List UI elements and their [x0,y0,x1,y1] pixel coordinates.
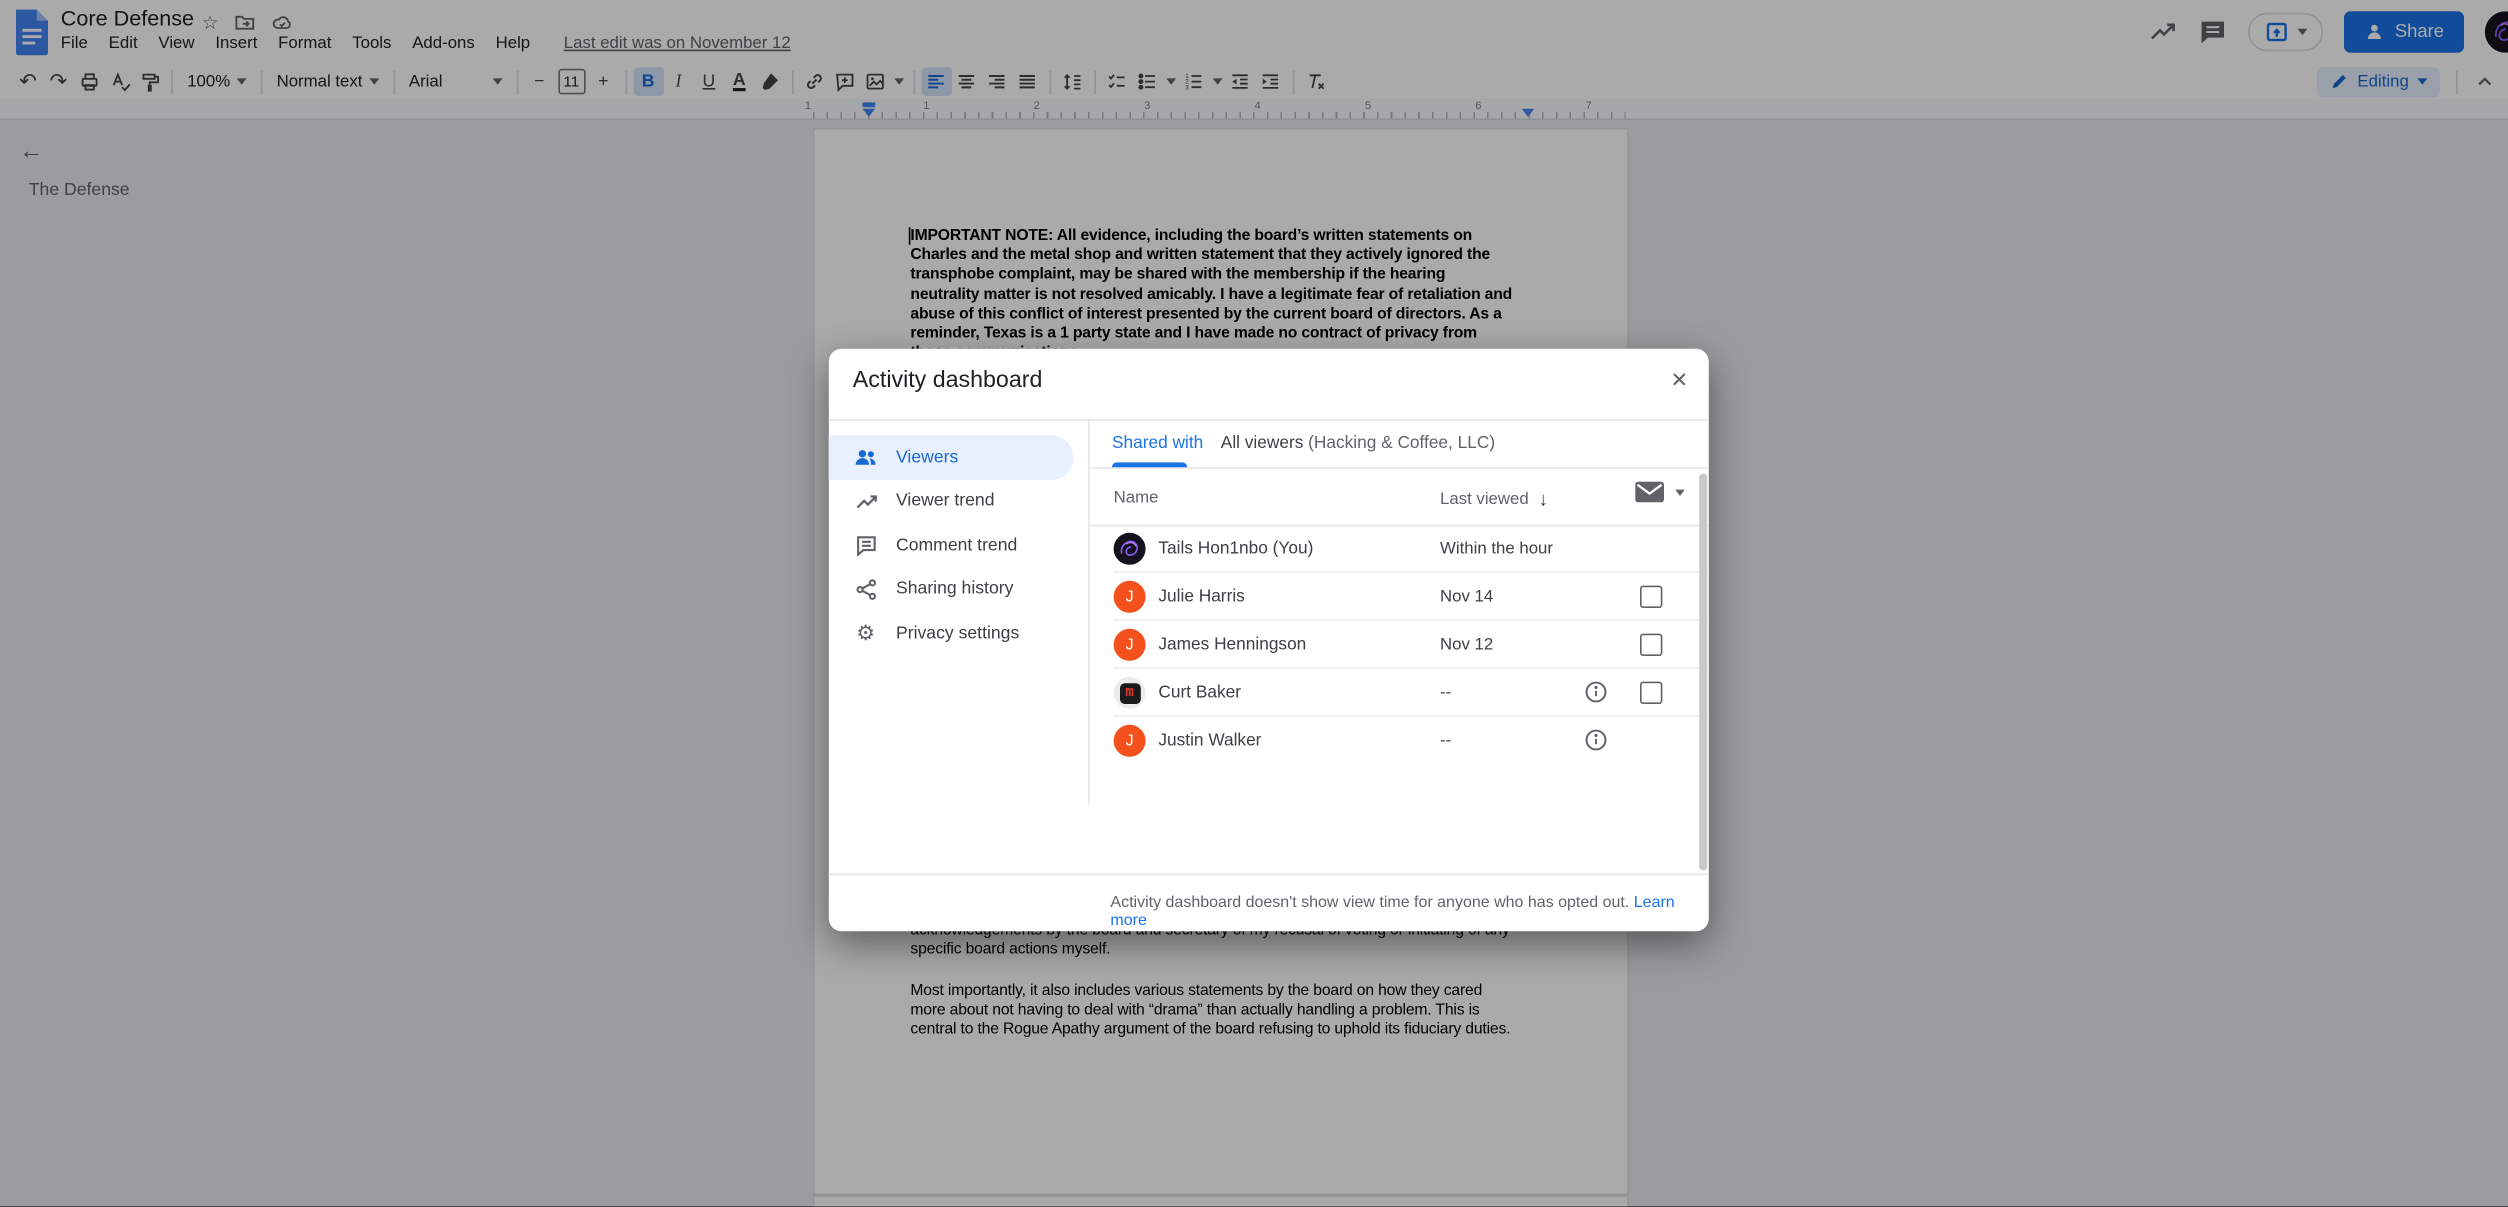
info-icon[interactable] [1584,680,1608,704]
viewer-row: Tails Hon1nbo (You) Within the hour [1088,525,1709,573]
viewers-people-icon [853,444,879,470]
info-icon[interactable] [1584,728,1608,752]
tab-all-viewers-org: (Hacking & Coffee, LLC) [1303,434,1495,453]
email-dropdown-caret [1675,489,1685,495]
viewer-row: J James Henningson Nov 12 [1088,621,1709,669]
list-scrollbar[interactable] [1699,474,1707,871]
sidebar-item-viewers[interactable]: Viewers [829,435,1074,479]
viewer-last-viewed: Nov 12 [1440,635,1493,654]
email-checkbox[interactable] [1640,634,1662,656]
sidebar-item-privacy-settings[interactable]: ⚙ Privacy settings [829,611,1074,655]
activity-dashboard-dialog: Activity dashboard ✕ Viewers [829,349,1709,931]
sidebar-item-comment-trend[interactable]: Comment trend [829,523,1074,567]
dialog-footer: Activity dashboard doesn't show view tim… [829,874,1709,932]
viewer-tabs: Shared with All viewers (Hacking & Coffe… [1088,419,1709,469]
avatar-logo: m [1119,682,1140,703]
dialog-content: Shared with All viewers (Hacking & Coffe… [1088,419,1709,875]
sort-descending-icon: ↓ [1538,488,1548,510]
dialog-title: Activity dashboard [853,368,1043,394]
viewer-last-viewed: -- [1440,683,1451,702]
viewer-name: Julie Harris [1158,587,1244,606]
trend-line-icon [853,488,879,514]
google-docs-app: Core Defense ☆ File Edit View Insert For… [0,0,2508,1207]
email-checkbox[interactable] [1640,586,1662,608]
sidebar-item-label: Comment trend [896,536,1017,555]
viewer-last-viewed: -- [1440,731,1451,750]
viewer-table-header: Name Last viewed ↓ [1088,467,1709,526]
viewer-name: Curt Baker [1158,683,1241,702]
viewer-list: Tails Hon1nbo (You) Within the hour J Ju… [1088,525,1709,765]
sidebar-item-label: Sharing history [896,580,1013,599]
avatar: J [1114,581,1146,613]
viewer-row: m Curt Baker -- [1088,669,1709,717]
avatar: m [1114,677,1146,709]
sidebar-item-viewer-trend[interactable]: Viewer trend [829,479,1074,523]
viewer-row: J Julie Harris Nov 14 [1088,573,1709,621]
viewer-last-viewed: Within the hour [1440,539,1553,558]
sidebar-item-label: Viewers [896,448,958,467]
opt-out-notice: Activity dashboard doesn't show view tim… [1110,894,1708,929]
email-icon [1635,482,1664,503]
dialog-header: Activity dashboard ✕ [829,349,1709,421]
sidebar-item-sharing-history[interactable]: Sharing history [829,567,1074,611]
share-nodes-icon [853,576,879,602]
email-checkbox[interactable] [1640,682,1662,704]
comment-box-icon [853,532,879,558]
viewer-row: J Justin Walker -- [1088,717,1709,765]
close-icon[interactable]: ✕ [1671,368,1688,394]
viewer-name: Tails Hon1nbo (You) [1158,539,1313,558]
tab-all-viewers[interactable]: All viewers (Hacking & Coffee, LLC) [1221,434,1495,453]
column-header-name: Name [1114,488,1159,507]
gear-icon: ⚙ [853,620,879,646]
column-header-last-viewed[interactable]: Last viewed ↓ [1440,488,1548,510]
dialog-sidebar: Viewers Viewer trend Comment trend [829,435,1074,655]
tab-shared-with[interactable]: Shared with [1112,434,1203,453]
avatar [1114,533,1146,565]
avatar: J [1114,725,1146,757]
sidebar-item-label: Privacy settings [896,624,1019,643]
viewer-name: James Henningson [1158,635,1306,654]
viewer-last-viewed: Nov 14 [1440,587,1493,606]
email-all-control[interactable] [1635,482,1685,503]
avatar: J [1114,629,1146,661]
viewer-name: Justin Walker [1158,731,1261,750]
sidebar-item-label: Viewer trend [896,492,995,511]
